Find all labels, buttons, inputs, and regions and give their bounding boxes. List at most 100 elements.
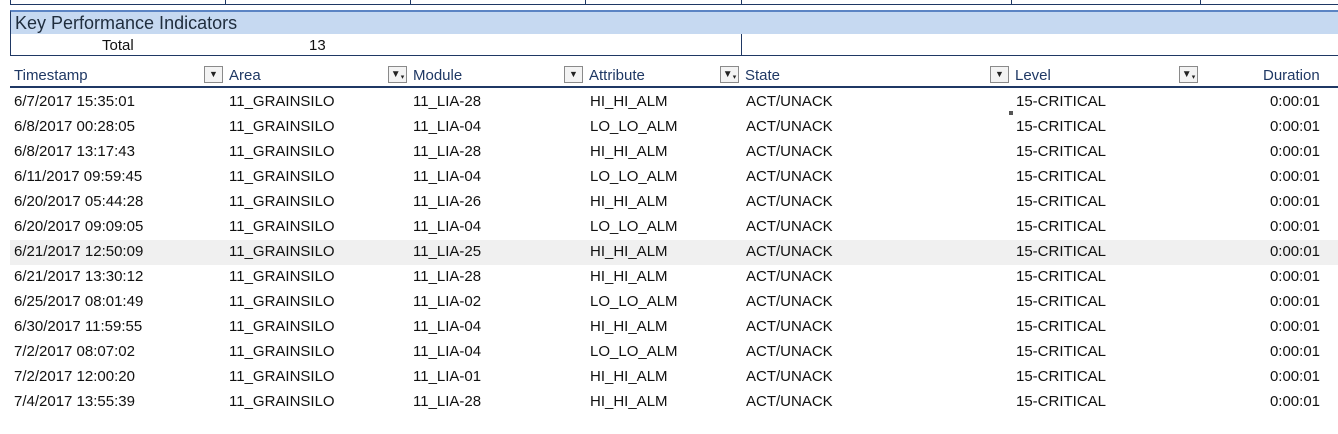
cell-duration[interactable]: 0:00:01 — [1240, 93, 1320, 110]
cell-level[interactable]: 15-CRITICAL — [1016, 218, 1106, 235]
cell-module[interactable]: 11_LIA-28 — [413, 268, 481, 285]
cell-state[interactable]: ACT/UNACK — [746, 343, 833, 360]
cell-duration[interactable]: 0:00:01 — [1240, 293, 1320, 310]
table-row[interactable]: 6/20/2017 09:09:05 11_GRAINSILO 11_LIA-04 L… — [10, 215, 1338, 240]
cell-level[interactable]: 15-CRITICAL — [1016, 118, 1106, 135]
cell-module[interactable]: 11_LIA-28 — [413, 143, 481, 160]
cell-timestamp[interactable]: 7/2/2017 08:07:02 — [14, 343, 135, 360]
cell-module[interactable]: 11_LIA-04 — [413, 168, 481, 185]
cell-level[interactable]: 15-CRITICAL — [1016, 343, 1106, 360]
cell-duration[interactable]: 0:00:01 — [1240, 318, 1320, 335]
table-row[interactable]: 6/8/2017 00:28:05 11_GRAINSILO 11_LIA-04 LO… — [10, 115, 1338, 140]
cell-duration[interactable]: 0:00:01 — [1240, 143, 1320, 160]
cell-area[interactable]: 11_GRAINSILO — [229, 368, 335, 385]
table-row[interactable]: 6/20/2017 05:44:28 11_GRAINSILO 11_LIA-26 H… — [10, 190, 1338, 215]
column-header-module[interactable]: Module — [413, 67, 462, 84]
cell-module[interactable]: 11_LIA-01 — [413, 368, 481, 385]
column-header-duration[interactable]: Duration — [1263, 67, 1320, 84]
column-header-area[interactable]: Area — [229, 67, 261, 84]
cell-attribute[interactable]: LO_LO_ALM — [590, 168, 678, 185]
cell-state[interactable]: ACT/UNACK — [746, 293, 833, 310]
column-header-timestamp[interactable]: Timestamp — [14, 67, 88, 84]
cell-area[interactable]: 11_GRAINSILO — [229, 268, 335, 285]
module-filter-dropdown-icon[interactable]: ▼ — [564, 66, 583, 83]
cell-area[interactable]: 11_GRAINSILO — [229, 318, 335, 335]
cell-state[interactable]: ACT/UNACK — [746, 268, 833, 285]
table-row[interactable]: 6/25/2017 08:01:49 11_GRAINSILO 11_LIA-02 L… — [10, 290, 1338, 315]
cell-timestamp[interactable]: 6/20/2017 05:44:28 — [14, 193, 143, 210]
cell-state[interactable]: ACT/UNACK — [746, 393, 833, 410]
cell-area[interactable]: 11_GRAINSILO — [229, 143, 335, 160]
cell-timestamp[interactable]: 6/21/2017 13:30:12 — [14, 268, 143, 285]
cell-area[interactable]: 11_GRAINSILO — [229, 218, 335, 235]
cell-state[interactable]: ACT/UNACK — [746, 143, 833, 160]
cell-timestamp[interactable]: 6/11/2017 09:59:45 — [14, 168, 142, 185]
area-filter-active-icon[interactable]: ▼▾ — [388, 66, 407, 83]
cell-duration[interactable]: 0:00:01 — [1240, 243, 1320, 260]
cell-level[interactable]: 15-CRITICAL — [1016, 393, 1106, 410]
cell-duration[interactable]: 0:00:01 — [1240, 393, 1320, 410]
cell-area[interactable]: 11_GRAINSILO — [229, 243, 335, 260]
cell-timestamp[interactable]: 6/30/2017 11:59:55 — [14, 318, 142, 335]
cell-area[interactable]: 11_GRAINSILO — [229, 118, 335, 135]
level-filter-active-icon[interactable]: ▼▾ — [1179, 66, 1198, 83]
cell-module[interactable]: 11_LIA-02 — [413, 293, 481, 310]
cell-state[interactable]: ACT/UNACK — [746, 318, 833, 335]
cell-state[interactable]: ACT/UNACK — [746, 193, 833, 210]
cell-duration[interactable]: 0:00:01 — [1240, 218, 1320, 235]
cell-duration[interactable]: 0:00:01 — [1240, 343, 1320, 360]
cell-level[interactable]: 15-CRITICAL — [1016, 193, 1106, 210]
cell-module[interactable]: 11_LIA-28 — [413, 93, 481, 110]
cell-state[interactable]: ACT/UNACK — [746, 218, 833, 235]
cell-module[interactable]: 11_LIA-28 — [413, 393, 481, 410]
cell-duration[interactable]: 0:00:01 — [1240, 368, 1320, 385]
cell-module[interactable]: 11_LIA-25 — [413, 243, 481, 260]
cell-duration[interactable]: 0:00:01 — [1240, 168, 1320, 185]
cell-area[interactable]: 11_GRAINSILO — [229, 93, 335, 110]
table-row[interactable]: 6/21/2017 13:30:12 11_GRAINSILO 11_LIA-28 H… — [10, 265, 1338, 290]
cell-attribute[interactable]: LO_LO_ALM — [590, 218, 678, 235]
cell-attribute[interactable]: LO_LO_ALM — [590, 343, 678, 360]
table-row[interactable]: 6/7/2017 15:35:01 11_GRAINSILO 11_LIA-28 HI… — [10, 90, 1338, 115]
cell-state[interactable]: ACT/UNACK — [746, 118, 833, 135]
cell-level[interactable]: 15-CRITICAL — [1016, 268, 1106, 285]
cell-attribute[interactable]: HI_HI_ALM — [590, 193, 668, 210]
cell-level[interactable]: 15-CRITICAL — [1016, 243, 1106, 260]
cell-timestamp[interactable]: 6/20/2017 09:09:05 — [14, 218, 143, 235]
cell-attribute[interactable]: HI_HI_ALM — [590, 393, 668, 410]
cell-attribute[interactable]: LO_LO_ALM — [590, 118, 678, 135]
cell-duration[interactable]: 0:00:01 — [1240, 118, 1320, 135]
cell-timestamp[interactable]: 6/7/2017 15:35:01 — [14, 93, 135, 110]
cell-level[interactable]: 15-CRITICAL — [1016, 143, 1106, 160]
column-header-level[interactable]: Level — [1015, 67, 1051, 84]
cell-area[interactable]: 11_GRAINSILO — [229, 293, 335, 310]
cell-attribute[interactable]: HI_HI_ALM — [590, 368, 668, 385]
cell-area[interactable]: 11_GRAINSILO — [229, 393, 335, 410]
cell-timestamp[interactable]: 7/4/2017 13:55:39 — [14, 393, 135, 410]
column-header-state[interactable]: State — [745, 67, 780, 84]
table-row[interactable]: 7/2/2017 12:00:20 11_GRAINSILO 11_LIA-01 HI… — [10, 365, 1338, 390]
state-filter-dropdown-icon[interactable]: ▼ — [990, 66, 1009, 83]
cell-attribute[interactable]: LO_LO_ALM — [590, 293, 678, 310]
cell-state[interactable]: ACT/UNACK — [746, 243, 833, 260]
cell-module[interactable]: 11_LIA-04 — [413, 343, 481, 360]
table-row[interactable]: 7/4/2017 13:55:39 11_GRAINSILO 11_LIA-28 HI… — [10, 390, 1338, 415]
cell-attribute[interactable]: HI_HI_ALM — [590, 318, 668, 335]
cell-area[interactable]: 11_GRAINSILO — [229, 168, 335, 185]
cell-attribute[interactable]: HI_HI_ALM — [590, 268, 668, 285]
cell-timestamp[interactable]: 6/8/2017 00:28:05 — [14, 118, 135, 135]
table-row[interactable]: 6/8/2017 13:17:43 11_GRAINSILO 11_LIA-28 HI… — [10, 140, 1338, 165]
cell-module[interactable]: 11_LIA-04 — [413, 218, 481, 235]
cell-level[interactable]: 15-CRITICAL — [1016, 168, 1106, 185]
kpi-total-row[interactable] — [10, 34, 1338, 56]
column-header-attribute[interactable]: Attribute — [589, 67, 645, 84]
cell-attribute[interactable]: HI_HI_ALM — [590, 243, 668, 260]
cell-timestamp[interactable]: 6/21/2017 12:50:09 — [14, 243, 143, 260]
cell-module[interactable]: 11_LIA-26 — [413, 193, 481, 210]
table-row[interactable]: 6/21/2017 12:50:09 11_GRAINSILO 11_LIA-25 H… — [10, 240, 1338, 265]
cell-level[interactable]: 15-CRITICAL — [1016, 93, 1106, 110]
timestamp-filter-dropdown-icon[interactable]: ▼ — [204, 66, 223, 83]
cell-area[interactable]: 11_GRAINSILO — [229, 193, 335, 210]
cell-module[interactable]: 11_LIA-04 — [413, 118, 481, 135]
cell-attribute[interactable]: HI_HI_ALM — [590, 143, 668, 160]
